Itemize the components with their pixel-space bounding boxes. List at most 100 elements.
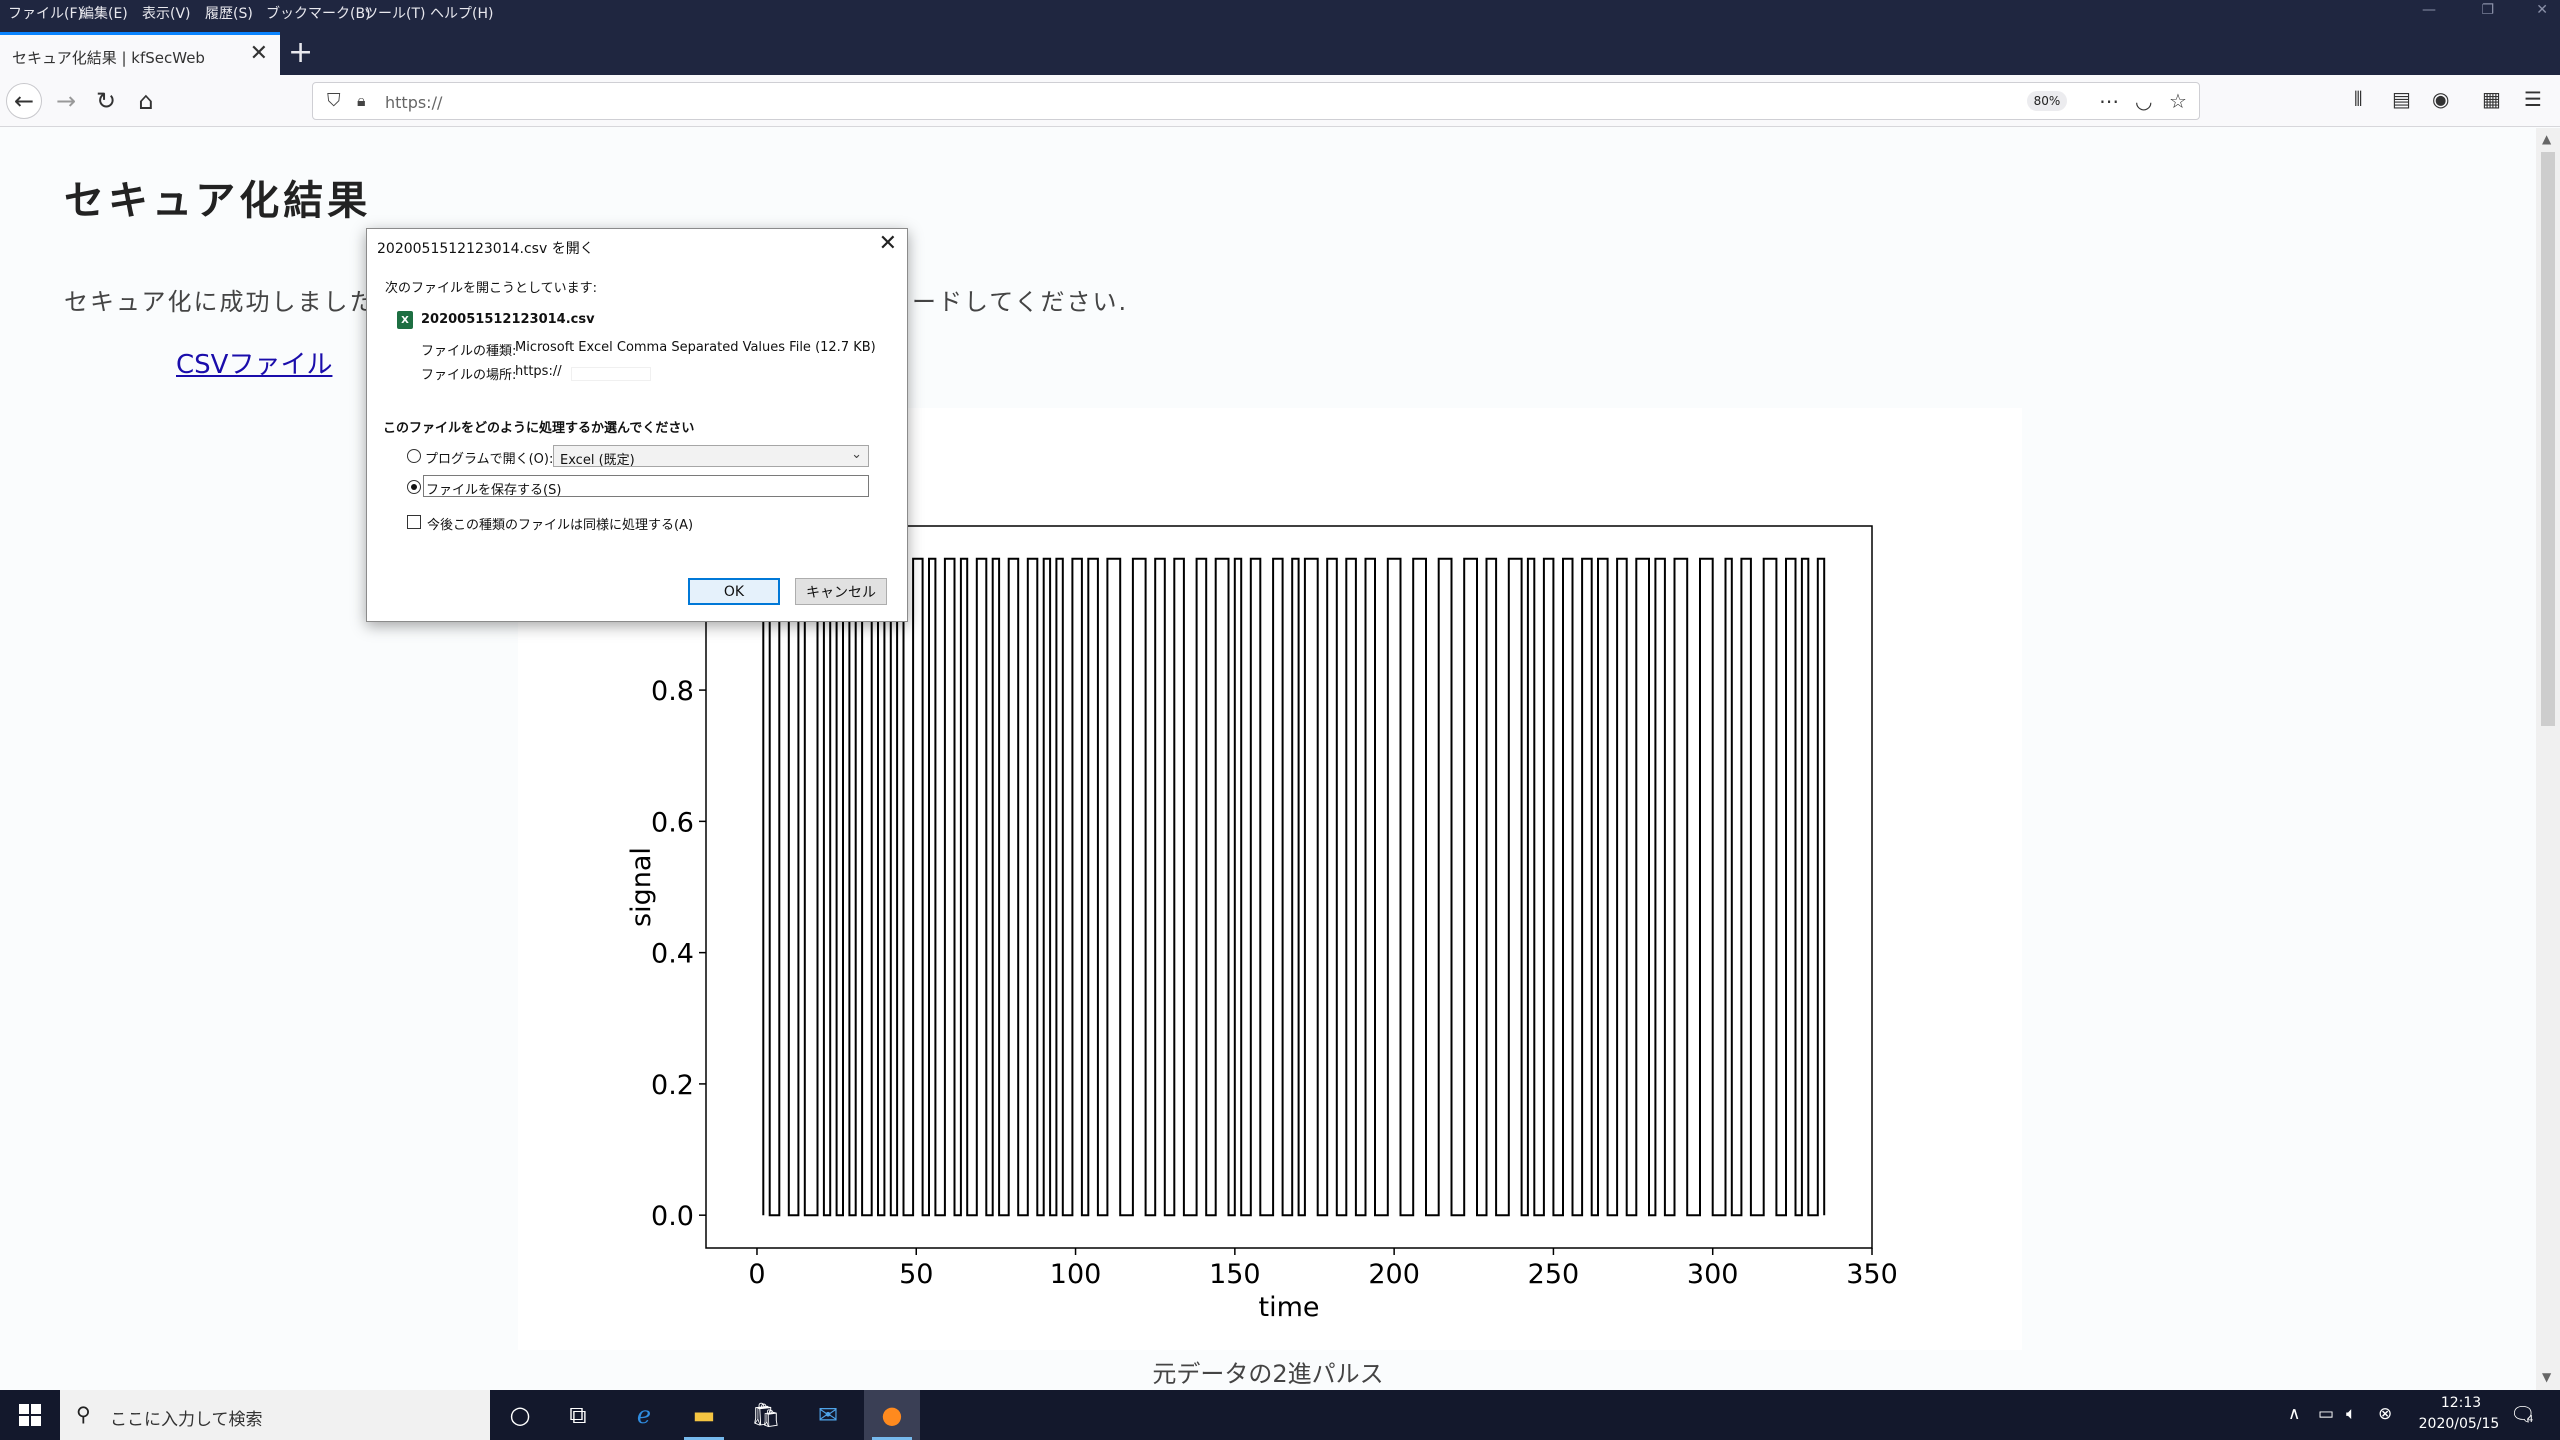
menu-help[interactable]: ヘルプ(H) bbox=[430, 3, 493, 23]
menu-bookmarks[interactable]: ブックマーク(B) bbox=[266, 3, 371, 23]
save-file-label: ファイルを保存する(S) bbox=[426, 483, 562, 498]
status-icon[interactable]: ⊗ bbox=[2378, 1404, 2392, 1424]
scroll-down-icon[interactable]: ▼ bbox=[2542, 1370, 2551, 1384]
url-text[interactable]: https:// bbox=[385, 93, 442, 112]
x-axis-label: time bbox=[1258, 1292, 1319, 1323]
open-with-label[interactable]: プログラムで開く(O): bbox=[425, 448, 553, 467]
home-icon: ⌂ bbox=[138, 87, 154, 115]
mail-button[interactable]: ✉ bbox=[800, 1390, 856, 1440]
notification-count: 4 bbox=[2527, 1414, 2534, 1425]
back-button[interactable]: ← bbox=[6, 83, 42, 119]
menu-hamburger-icon[interactable]: ☰ bbox=[2524, 87, 2542, 111]
chart-caption: 元データの2進パルス bbox=[1152, 1360, 1384, 1388]
save-file-radio[interactable] bbox=[407, 480, 421, 494]
dialog-close-icon[interactable]: ✕ bbox=[879, 231, 897, 256]
pocket-icon[interactable]: ◡ bbox=[2135, 89, 2152, 113]
cortana-icon: ○ bbox=[509, 1401, 531, 1429]
reload-button[interactable]: ↻ bbox=[88, 83, 124, 119]
store-bag-icon: 🛍︎ bbox=[750, 1401, 782, 1429]
scroll-thumb[interactable] bbox=[2541, 152, 2555, 726]
open-with-radio[interactable] bbox=[407, 449, 421, 463]
clock-date[interactable]: 2020/05/15 bbox=[2404, 1416, 2514, 1432]
scroll-up-icon[interactable]: ▲ bbox=[2542, 132, 2551, 146]
tab-title: セキュア化結果 | kfSecWeb bbox=[12, 49, 205, 67]
page-title: セキュア化結果 bbox=[64, 178, 372, 224]
home-button[interactable]: ⌂ bbox=[128, 83, 164, 119]
x-tick-label: 350 bbox=[1846, 1259, 1898, 1290]
close-window-button[interactable]: ✕ bbox=[2536, 2, 2548, 18]
file-type-value: Microsoft Excel Comma Separated Values F… bbox=[515, 340, 876, 355]
task-view-icon: ⧉ bbox=[569, 1401, 587, 1429]
tab-active[interactable]: セキュア化結果 | kfSecWeb ✕ bbox=[0, 32, 280, 75]
sidebar-icon[interactable]: ▤ bbox=[2392, 87, 2411, 111]
store-button[interactable]: 🛍︎ bbox=[738, 1390, 794, 1440]
chevron-down-icon: ⌄ bbox=[851, 447, 862, 462]
clock-time[interactable]: 12:13 bbox=[2426, 1395, 2496, 1411]
edge-button[interactable]: ℯ bbox=[616, 1390, 672, 1440]
program-select[interactable]: Excel (既定) ⌄ bbox=[553, 445, 869, 468]
taskbar: ⚲ ここに入力して検索 ○ ⧉ ℯ ▬ 🛍︎ ✉ ● ∧ ▭ 🔈︎ ⊗ 12:1… bbox=[0, 1390, 2560, 1440]
task-view-button[interactable]: ⧉ bbox=[550, 1390, 606, 1440]
opening-label: 次のファイルを開こうとしています: bbox=[385, 281, 597, 296]
bookmark-star-icon[interactable]: ☆ bbox=[2169, 89, 2187, 113]
arrow-right-icon: → bbox=[55, 87, 77, 115]
firefox-icon: ● bbox=[881, 1401, 903, 1429]
explorer-button[interactable]: ▬ bbox=[676, 1390, 732, 1440]
new-tab-button[interactable]: + bbox=[288, 38, 313, 68]
dialog-title: 2020051512123014.csv を開く bbox=[377, 241, 594, 257]
lock-icon[interactable]: 🔒︎ bbox=[357, 91, 366, 111]
nav-toolbar: ← → ↻ ⌂ ⛉ 🔒︎ https:// 80% ⋯ ◡ ☆ ⫴ ▤ ◉ ▦ … bbox=[0, 75, 2560, 127]
excel-file-icon: X bbox=[397, 311, 413, 329]
zoom-badge[interactable]: 80% bbox=[2027, 91, 2067, 111]
shield-icon[interactable]: ⛉ bbox=[327, 90, 341, 111]
intro-text: セキュア化に成功しました bbox=[64, 288, 376, 316]
extensions-icon[interactable]: ▦ bbox=[2482, 87, 2501, 111]
network-icon[interactable]: ▭ bbox=[2318, 1404, 2334, 1424]
cancel-button[interactable]: キャンセル bbox=[795, 578, 887, 605]
folder-icon: ▬ bbox=[692, 1401, 716, 1429]
csv-download-link[interactable]: CSVファイル bbox=[176, 344, 332, 381]
x-tick-label: 300 bbox=[1687, 1259, 1739, 1290]
save-file-option[interactable]: ファイルを保存する(S) bbox=[423, 475, 869, 498]
menu-file[interactable]: ファイル(F) bbox=[8, 3, 83, 23]
arrow-left-icon: ← bbox=[13, 87, 35, 115]
file-type-label: ファイルの種類: bbox=[421, 344, 517, 359]
x-tick-label: 200 bbox=[1368, 1259, 1420, 1290]
tab-strip: セキュア化結果 | kfSecWeb ✕ + bbox=[0, 24, 2560, 75]
taskbar-search[interactable]: ⚲ ここに入力して検索 bbox=[60, 1390, 490, 1440]
ok-button[interactable]: OK bbox=[688, 578, 780, 605]
cortana-button[interactable]: ○ bbox=[492, 1390, 548, 1440]
library-icon[interactable]: ⫴ bbox=[2354, 87, 2362, 111]
url-bar[interactable]: ⛉ 🔒︎ https:// 80% ⋯ ◡ ☆ bbox=[312, 82, 2200, 120]
open-file-dialog: 2020051512123014.csv を開く ✕ 次のファイルを開こうとして… bbox=[366, 228, 908, 622]
windows-logo-icon bbox=[19, 1404, 41, 1426]
account-icon[interactable]: ◉ bbox=[2432, 87, 2449, 111]
intro-text-end: ロードしてください. bbox=[886, 288, 1129, 316]
edge-icon: ℯ bbox=[636, 1401, 652, 1429]
remember-label[interactable]: 今後この種類のファイルは同様に処理する(A) bbox=[427, 514, 693, 533]
more-actions-icon[interactable]: ⋯ bbox=[2099, 89, 2119, 113]
page-scrollbar[interactable]: ▲ ▼ bbox=[2536, 128, 2560, 1390]
start-button[interactable] bbox=[0, 1390, 60, 1440]
menu-history[interactable]: 履歴(S) bbox=[205, 3, 253, 23]
handling-question: このファイルをどのように処理するか選んでください bbox=[383, 421, 695, 436]
x-tick-label: 50 bbox=[899, 1259, 933, 1290]
menu-view[interactable]: 表示(V) bbox=[142, 3, 191, 23]
forward-button[interactable]: → bbox=[48, 83, 84, 119]
menu-tools[interactable]: ツール(T) bbox=[364, 3, 425, 23]
volume-icon[interactable]: 🔈︎ bbox=[2346, 1404, 2356, 1424]
y-tick-label: 0.4 bbox=[651, 939, 694, 970]
file-name: 2020051512123014.csv bbox=[421, 312, 595, 327]
menu-bar: ファイル(F) 編集(E) 表示(V) 履歴(S) ブックマーク(B) ツール(… bbox=[0, 0, 2560, 24]
tray-overflow-icon[interactable]: ∧ bbox=[2288, 1404, 2300, 1424]
signal-series-line bbox=[762, 557, 1826, 1217]
menu-edit[interactable]: 編集(E) bbox=[80, 3, 128, 23]
remember-checkbox[interactable] bbox=[407, 515, 421, 529]
firefox-button[interactable]: ● bbox=[864, 1390, 920, 1440]
plot-frame bbox=[705, 525, 1873, 1249]
x-tick-label: 150 bbox=[1209, 1259, 1261, 1290]
restore-button[interactable]: ❐ bbox=[2481, 2, 2494, 18]
tab-close-icon[interactable]: ✕ bbox=[250, 41, 268, 66]
mail-icon: ✉ bbox=[817, 1401, 839, 1429]
minimize-button[interactable]: — bbox=[2422, 2, 2436, 18]
